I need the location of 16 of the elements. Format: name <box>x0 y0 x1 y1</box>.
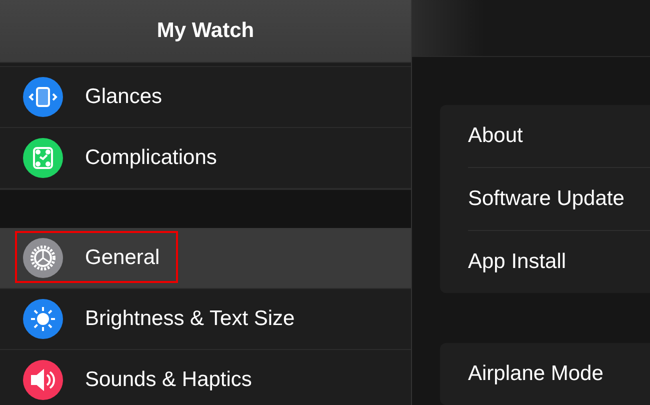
settings-item[interactable]: General <box>0 228 411 289</box>
sun-icon <box>23 299 63 339</box>
item-label: Glances <box>85 85 162 109</box>
settings-option[interactable]: Software Update <box>468 187 624 211</box>
watch-face-icon <box>23 138 63 178</box>
settings-option[interactable]: About <box>468 124 523 148</box>
settings-option[interactable]: App Install <box>468 250 566 274</box>
phone-arrows-icon <box>23 77 63 117</box>
settings-icon <box>23 238 63 278</box>
item-label: Complications <box>85 146 217 170</box>
settings-option[interactable]: Airplane Mode <box>468 362 604 386</box>
item-label: Brightness & Text Size <box>85 307 295 331</box>
item-label: Sounds & Haptics <box>85 368 252 392</box>
screen-title: My Watch <box>156 19 254 43</box>
item-label: General <box>85 246 160 270</box>
speaker-icon <box>23 360 63 400</box>
